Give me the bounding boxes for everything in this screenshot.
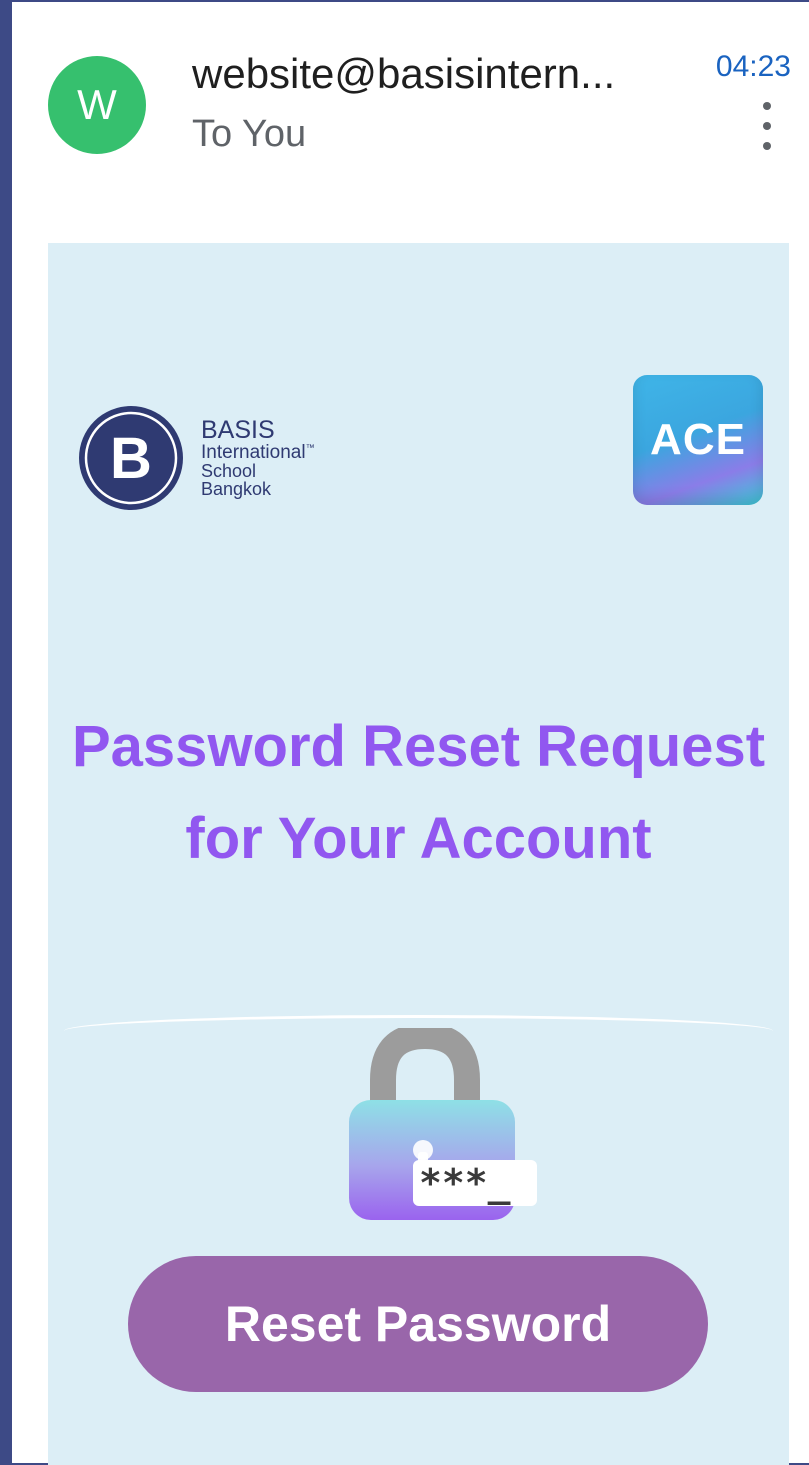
recipient-label[interactable]: To You [192, 113, 306, 156]
basis-line-1: BASIS [201, 416, 275, 444]
avatar-letter: W [77, 81, 117, 128]
basis-letter: B [110, 426, 152, 491]
lock-icon: ***_ [349, 1028, 537, 1220]
trademark-mark: ™ [305, 442, 315, 453]
email-view: W website@basisintern... To You 04:23 B … [12, 0, 809, 1465]
basis-school-logo: B BASIS International™ School Bangkok [77, 404, 377, 516]
basis-wordmark: BASIS International™ School Bangkok [201, 416, 315, 499]
basis-line-4: Bangkok [201, 479, 272, 499]
sender-address[interactable]: website@basisintern... [192, 50, 615, 98]
more-vert-icon[interactable] [753, 102, 781, 150]
email-title: Password Reset Request for Your Account [71, 714, 766, 871]
reset-password-button[interactable]: Reset Password [128, 1256, 708, 1392]
email-header: W website@basisintern... To You 04:23 [12, 2, 809, 202]
email-time: 04:23 [715, 50, 791, 83]
email-body: B BASIS International™ School Bangkok AC… [48, 243, 789, 1465]
ace-logo: ACE [633, 375, 763, 505]
password-mask-text: ***_ [419, 1161, 511, 1205]
basis-line-2: International™ [201, 442, 315, 463]
basis-b-icon: B [79, 406, 183, 510]
sender-avatar[interactable]: W [48, 56, 146, 154]
basis-line-3: School [201, 461, 257, 481]
